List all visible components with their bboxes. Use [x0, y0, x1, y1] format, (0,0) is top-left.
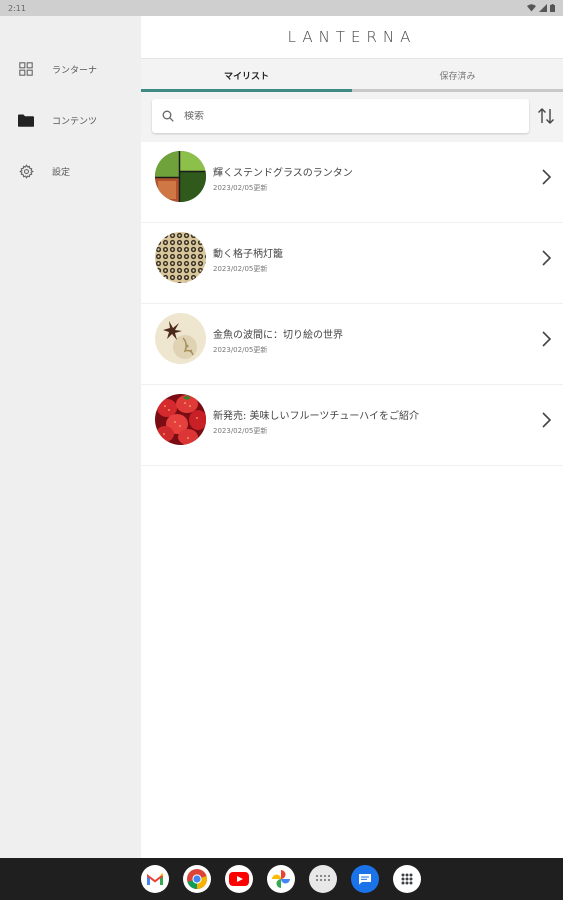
sort-button[interactable]: [535, 105, 557, 127]
system-dock: [0, 858, 563, 900]
folder-icon: [18, 112, 34, 128]
search-input[interactable]: [184, 110, 504, 122]
item-date: 2023/02/05更新: [213, 427, 268, 435]
sidebar: ランターナ コンテンツ 設定: [0, 16, 141, 858]
item-thumbnail-papercut: [155, 313, 206, 364]
wifi-icon: [527, 4, 536, 12]
battery-icon: [550, 4, 555, 12]
list-item[interactable]: 新発売: 美味しいフルーツチューハイをご紹介 2023/02/05更新: [141, 385, 563, 466]
item-thumbnail-lattice: [155, 232, 206, 283]
content-list: 輝くステンドグラスのランタン 2023/02/05更新 動く格子柄灯籠 2023…: [141, 142, 563, 466]
chevron-right-icon: [542, 250, 552, 266]
photos-icon[interactable]: [267, 865, 295, 893]
chevron-right-icon: [542, 169, 552, 185]
sidebar-item-label: ランターナ: [52, 65, 98, 76]
sidebar-item-settings[interactable]: 設定: [0, 151, 141, 191]
messages-icon[interactable]: [351, 865, 379, 893]
chevron-right-icon: [542, 331, 552, 347]
grid-icon: [18, 61, 34, 77]
gmail-icon[interactable]: [141, 865, 169, 893]
status-time: 2:11: [8, 3, 26, 13]
status-bar: 2:11: [0, 0, 563, 16]
sidebar-item-label: 設定: [52, 167, 71, 178]
item-title: 金魚の波間に：切り絵の世界: [213, 330, 343, 341]
app-title: LANTERNA: [287, 28, 417, 46]
tab-saved[interactable]: 保存済み: [352, 59, 563, 92]
item-date: 2023/02/05更新: [213, 346, 268, 354]
signal-icon: [539, 4, 547, 12]
main-panel: LANTERNA マイリスト 保存済み 検索 輝くステンドグラスのランタン 20…: [141, 16, 563, 858]
item-thumbnail-stained-glass: [155, 151, 206, 202]
item-title: 新発売: 美味しいフルーツチューハイをご紹介: [213, 411, 419, 422]
search-box[interactable]: [152, 99, 529, 133]
list-item[interactable]: 金魚の波間に：切り絵の世界 2023/02/05更新: [141, 304, 563, 385]
item-title: 動く格子柄灯籠: [213, 249, 283, 260]
search-row: [141, 92, 563, 142]
list-item[interactable]: 動く格子柄灯籠 2023/02/05更新: [141, 223, 563, 304]
sidebar-item-contents[interactable]: コンテンツ: [0, 100, 141, 140]
list-item[interactable]: 輝くステンドグラスのランタン 2023/02/05更新: [141, 142, 563, 223]
app-drawer-icon[interactable]: [393, 865, 421, 893]
sidebar-item-lanterna[interactable]: ランターナ: [0, 49, 141, 89]
sort-icon: [538, 108, 554, 124]
keyboard-app-icon[interactable]: [309, 865, 337, 893]
tab-bar: マイリスト 保存済み: [141, 58, 563, 92]
item-date: 2023/02/05更新: [213, 184, 268, 192]
item-thumbnail-strawberries: [155, 394, 206, 445]
item-date: 2023/02/05更新: [213, 265, 268, 273]
item-title: 輝くステンドグラスのランタン: [213, 168, 353, 179]
sidebar-item-label: コンテンツ: [52, 116, 98, 127]
tab-my-list[interactable]: マイリスト: [141, 59, 352, 92]
search-icon: [162, 110, 174, 122]
chevron-right-icon: [542, 412, 552, 428]
chrome-icon[interactable]: [183, 865, 211, 893]
status-icons: [527, 4, 555, 12]
youtube-icon[interactable]: [225, 865, 253, 893]
gear-icon: [18, 163, 34, 179]
